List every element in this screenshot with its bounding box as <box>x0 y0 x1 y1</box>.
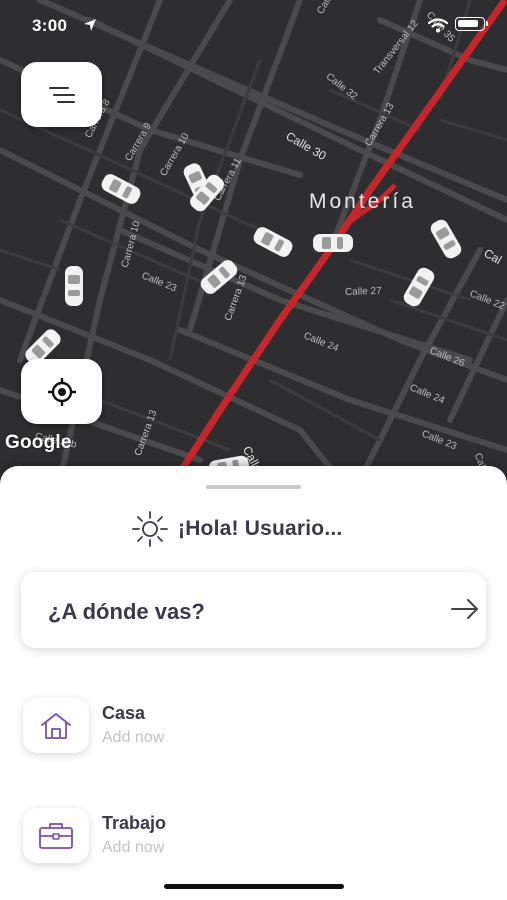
status-bar: 3:00 <box>0 0 507 46</box>
taxi-car-icon[interactable] <box>310 232 356 254</box>
street-label: Calle 27 <box>344 285 382 298</box>
locate-target-icon <box>47 377 76 406</box>
home-indicator[interactable] <box>164 884 344 889</box>
sun-icon <box>132 511 168 547</box>
battery-icon <box>455 17 488 31</box>
saved-place-home[interactable]: Casa Add now <box>23 698 463 764</box>
destination-search-label: ¿A dónde vas? <box>48 599 205 624</box>
saved-place-subtitle: Add now <box>102 839 165 856</box>
greeting-text: ¡Hola! Usuario... <box>178 517 343 540</box>
taxi-car-icon[interactable] <box>63 265 85 307</box>
briefcase-icon-box <box>23 808 89 863</box>
briefcase-icon <box>39 822 73 849</box>
saved-place-title: Trabajo <box>102 813 167 833</box>
saved-place-subtitle: Add now <box>102 729 165 746</box>
saved-place-title: Casa <box>102 703 146 723</box>
app-screen: Montería Calle 32 Calle 30 Calle 23 Call… <box>0 0 507 900</box>
google-attribution[interactable]: Google <box>5 432 72 454</box>
sheet-grabber[interactable] <box>206 485 301 489</box>
saved-place-work[interactable]: Trabajo Add now <box>23 808 463 874</box>
home-icon <box>41 712 71 739</box>
status-time: 3:00 <box>32 16 68 35</box>
greeting: ¡Hola! Usuario... <box>131 510 342 548</box>
locate-me-button[interactable] <box>21 359 102 424</box>
wifi-icon <box>428 18 448 33</box>
location-arrow-icon <box>84 19 96 31</box>
battery-level <box>458 20 478 27</box>
city-label: Montería <box>309 190 416 213</box>
menu-lines-icon <box>48 86 75 103</box>
bottom-sheet: ¡Hola! Usuario... ¿A dónde vas? Casa Add… <box>0 466 507 900</box>
menu-button[interactable] <box>21 62 102 127</box>
arrow-right-icon <box>451 599 478 619</box>
home-icon-box <box>23 698 89 753</box>
destination-search-button[interactable]: ¿A dónde vas? <box>21 572 486 648</box>
